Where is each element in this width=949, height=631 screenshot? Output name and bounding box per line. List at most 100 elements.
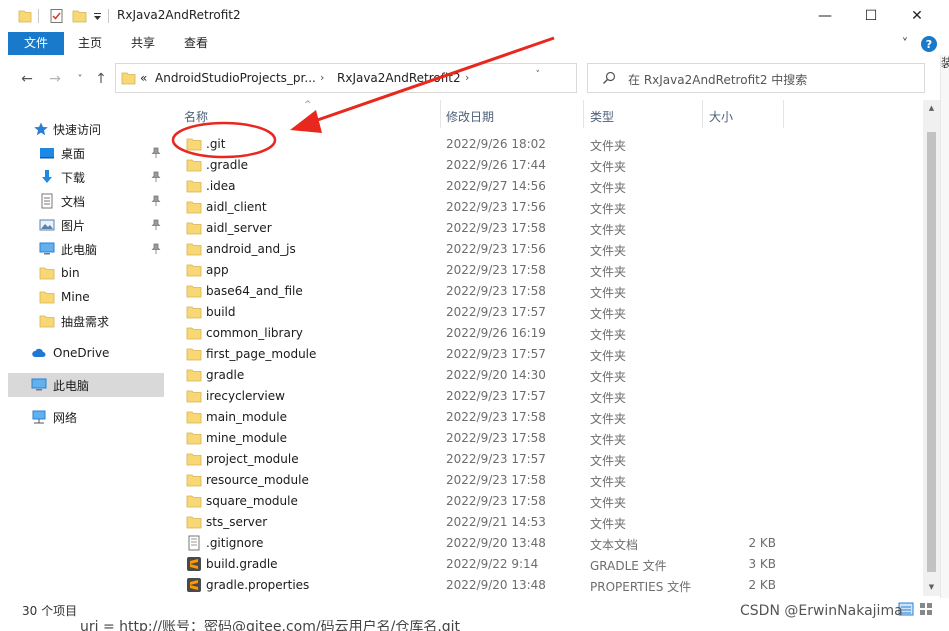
- table-row[interactable]: main_module 2022/9/23 17:58 文件夹: [180, 407, 780, 428]
- file-name: android_and_js: [206, 242, 296, 256]
- file-modified: 2022/9/23 17:58: [446, 494, 546, 508]
- documents-icon: [41, 193, 53, 209]
- table-row[interactable]: first_page_module 2022/9/23 17:57 文件夹: [180, 344, 780, 365]
- file-modified: 2022/9/23 17:58: [446, 410, 546, 424]
- large-icons-view-icon[interactable]: [918, 601, 934, 617]
- nav-quick-access[interactable]: 快速访问: [0, 117, 164, 141]
- nav-item-this-pc-quick[interactable]: 此电脑: [0, 237, 164, 261]
- column-header-name[interactable]: ^ 名称: [166, 100, 440, 130]
- table-row[interactable]: mine_module 2022/9/23 17:58 文件夹: [180, 428, 780, 449]
- breadcrumb-overflow[interactable]: «: [140, 71, 147, 85]
- text-file-icon: [188, 535, 200, 551]
- nav-item-bin[interactable]: bin: [0, 261, 164, 285]
- scrollbar-thumb[interactable]: [927, 132, 936, 572]
- file-size: 2 KB: [748, 578, 776, 592]
- folder-icon: [186, 474, 202, 487]
- tab-home[interactable]: 主页: [68, 32, 112, 55]
- vertical-scrollbar[interactable]: ▲ ▼: [923, 100, 940, 596]
- nav-item-documents[interactable]: 文档: [0, 189, 164, 213]
- pin-icon[interactable]: [150, 195, 162, 207]
- table-row[interactable]: gradle.properties 2022/9/20 13:48 PROPERTI…: [180, 575, 780, 596]
- search-box[interactable]: 在 RxJava2AndRetrofit2 中搜索: [587, 63, 925, 93]
- sublime-file-icon: [187, 557, 201, 571]
- file-name: square_module: [206, 494, 298, 508]
- navigation-pane: 快速访问 桌面 下载 文档 图片 此电脑 bin Mine 抽盘需求 OneDr…: [0, 100, 166, 596]
- column-header-size[interactable]: 大小: [703, 100, 783, 130]
- new-folder-icon[interactable]: [72, 8, 88, 24]
- close-button[interactable]: ✕: [894, 0, 940, 32]
- help-button[interactable]: ?: [920, 35, 938, 53]
- table-row[interactable]: irecyclerview 2022/9/23 17:57 文件夹: [180, 386, 780, 407]
- file-type: 文件夹: [590, 349, 627, 363]
- table-row[interactable]: .idea 2022/9/27 14:56 文件夹: [180, 176, 780, 197]
- file-name: resource_module: [206, 473, 309, 487]
- back-button[interactable]: ←: [18, 70, 36, 88]
- file-modified: 2022/9/23 17:57: [446, 305, 546, 319]
- scroll-down-icon[interactable]: ▼: [923, 579, 940, 596]
- customize-quick-access-icon[interactable]: [93, 8, 103, 24]
- forward-button[interactable]: →: [46, 70, 64, 88]
- table-row[interactable]: gradle 2022/9/20 14:30 文件夹: [180, 365, 780, 386]
- table-row[interactable]: app 2022/9/23 17:58 文件夹: [180, 260, 780, 281]
- table-row[interactable]: project_module 2022/9/23 17:57 文件夹: [180, 449, 780, 470]
- table-row[interactable]: .gitignore 2022/9/20 13:48 文本文档 2 KB: [180, 533, 780, 554]
- file-modified: 2022/9/23 17:58: [446, 473, 546, 487]
- folder-icon: [186, 264, 202, 277]
- column-header-modified[interactable]: 修改日期: [441, 100, 583, 130]
- file-modified: 2022/9/23 17:57: [446, 347, 546, 361]
- pin-icon[interactable]: [150, 171, 162, 183]
- file-name: main_module: [206, 410, 287, 424]
- table-row[interactable]: android_and_js 2022/9/23 17:56 文件夹: [180, 239, 780, 260]
- table-row[interactable]: resource_module 2022/9/23 17:58 文件夹: [180, 470, 780, 491]
- nav-item-pictures[interactable]: 图片: [0, 213, 164, 237]
- minimize-button[interactable]: —: [802, 0, 848, 32]
- breadcrumb-item[interactable]: RxJava2AndRetrofit2: [337, 71, 461, 85]
- table-row[interactable]: build.gradle 2022/9/22 9:14 GRADLE 文件 3 KB: [180, 554, 780, 575]
- folder-icon: [186, 222, 202, 235]
- file-modified: 2022/9/26 16:19: [446, 326, 546, 340]
- breadcrumb-chevron-icon[interactable]: ›: [320, 71, 324, 84]
- table-row[interactable]: base64_and_file 2022/9/23 17:58 文件夹: [180, 281, 780, 302]
- nav-label: 桌面: [61, 146, 86, 161]
- column-header-type[interactable]: 类型: [584, 100, 702, 130]
- scroll-up-icon[interactable]: ▲: [923, 100, 940, 117]
- file-size: 2 KB: [748, 536, 776, 550]
- nav-onedrive[interactable]: OneDrive: [0, 341, 164, 365]
- up-button[interactable]: ↑: [92, 70, 110, 88]
- table-row[interactable]: .gradle 2022/9/26 17:44 文件夹: [180, 155, 780, 176]
- nav-item-mine[interactable]: Mine: [0, 285, 164, 309]
- background-document-text: uri = http://账号：密码@gitee.com/码云用户名/仓库名.g…: [80, 620, 461, 631]
- breadcrumb-item[interactable]: AndroidStudioProjects_pr...: [155, 71, 316, 85]
- breadcrumb-chevron-icon[interactable]: ›: [465, 71, 469, 84]
- expand-ribbon-button[interactable]: ˅: [896, 35, 914, 53]
- table-row[interactable]: aidl_server 2022/9/23 17:58 文件夹: [180, 218, 780, 239]
- tab-share[interactable]: 共享: [121, 32, 165, 55]
- nav-item-downloads[interactable]: 下载: [0, 165, 164, 189]
- table-row[interactable]: .git 2022/9/26 18:02 文件夹: [180, 134, 780, 155]
- nav-item-desktop[interactable]: 桌面: [0, 141, 164, 165]
- pin-icon[interactable]: [150, 219, 162, 231]
- nav-network[interactable]: 网络: [0, 405, 164, 429]
- pin-icon[interactable]: [150, 147, 162, 159]
- table-row[interactable]: build 2022/9/23 17:57 文件夹: [180, 302, 780, 323]
- recent-locations-button[interactable]: ˅: [71, 70, 89, 88]
- maximize-button[interactable]: ☐: [848, 0, 894, 32]
- column-divider[interactable]: [783, 100, 784, 128]
- nav-item-requirements[interactable]: 抽盘需求: [0, 309, 164, 333]
- table-row[interactable]: square_module 2022/9/23 17:58 文件夹: [180, 491, 780, 512]
- desktop-icon: [40, 148, 54, 159]
- nav-this-pc[interactable]: 此电脑: [8, 373, 164, 397]
- pin-icon[interactable]: [150, 243, 162, 255]
- folder-icon: [121, 72, 136, 85]
- address-dropdown-icon[interactable]: ˅: [536, 70, 541, 80]
- file-type: GRADLE 文件: [590, 559, 667, 573]
- tab-file[interactable]: 文件: [8, 32, 64, 55]
- table-row[interactable]: aidl_client 2022/9/23 17:56 文件夹: [180, 197, 780, 218]
- nav-label: 下载: [61, 170, 86, 185]
- table-row[interactable]: common_library 2022/9/26 16:19 文件夹: [180, 323, 780, 344]
- address-bar[interactable]: « AndroidStudioProjects_pr... › RxJava2A…: [115, 63, 684, 93]
- properties-icon[interactable]: [49, 8, 65, 24]
- table-row[interactable]: sts_server 2022/9/21 14:53 文件夹: [180, 512, 780, 533]
- file-type: 文件夹: [590, 391, 627, 405]
- tab-view[interactable]: 查看: [174, 32, 218, 55]
